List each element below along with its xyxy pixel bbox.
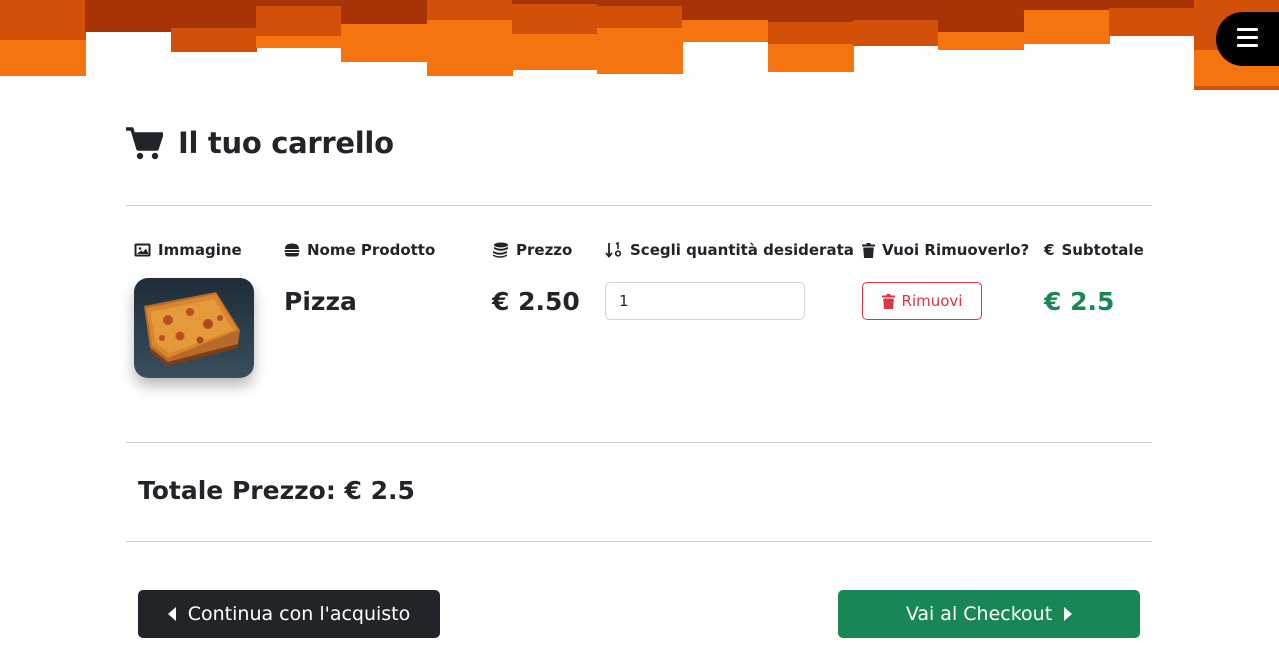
- header-band-block: [938, 32, 1025, 50]
- coins-icon: [493, 242, 508, 258]
- header-band-block: [511, 4, 598, 34]
- header-band-block: [0, 40, 86, 76]
- remove-button-label: Rimuovi: [901, 292, 963, 310]
- header-remove: Vuoi Rimuoverlo?: [862, 241, 1029, 259]
- header-subtotal-label: Subtotale: [1061, 241, 1144, 259]
- header-name: Nome Prodotto: [284, 241, 435, 259]
- header-band-block: [767, 22, 854, 44]
- header-band-block: [1108, 0, 1195, 8]
- cart-title: Il tuo carrello: [178, 126, 394, 160]
- header-price: Prezzo: [492, 241, 572, 259]
- header-band-block: [853, 20, 939, 46]
- hamburger-menu-icon-bar: [1237, 36, 1258, 39]
- product-price: € 2.50: [492, 287, 580, 316]
- header-subtotal: € Subtotale: [1044, 241, 1144, 259]
- continue-shopping-label: Continua con l'acquisto: [187, 603, 411, 625]
- euro-icon: €: [1044, 241, 1055, 259]
- header-band-block: [1108, 8, 1195, 36]
- total-price: Totale Prezzo: € 2.5: [138, 476, 415, 505]
- pizza-photo: [134, 278, 254, 378]
- header-band-block: [170, 0, 257, 28]
- divider: [126, 442, 1152, 443]
- header-band-block: [255, 6, 342, 36]
- header-band-block: [1023, 0, 1110, 10]
- header-band-block: [341, 0, 428, 24]
- product-image: [134, 278, 254, 378]
- quantity-input[interactable]: [605, 282, 805, 320]
- header-remove-label: Vuoi Rimuoverlo?: [882, 241, 1030, 259]
- header-quantity-label: Scegli quantità desiderata: [630, 241, 854, 259]
- header-band-block: [767, 44, 854, 72]
- checkout-label: Vai al Checkout: [905, 603, 1053, 625]
- header-band-block: [938, 0, 1025, 32]
- trash-icon: [881, 293, 895, 309]
- header-band-block: [597, 6, 684, 28]
- checkout-button[interactable]: Vai al Checkout: [838, 590, 1140, 638]
- header-band-block: [682, 20, 769, 42]
- header-image-label: Immagine: [158, 241, 242, 259]
- header-band-block: [597, 28, 684, 74]
- header-band-block: [426, 0, 513, 20]
- header-band-block: [170, 28, 257, 52]
- sort-numeric-down-icon: [605, 242, 622, 258]
- header-band-block: [767, 0, 854, 22]
- header-band-block: [0, 0, 86, 40]
- header-band-block: [341, 24, 428, 62]
- header-band-block: [1023, 10, 1110, 44]
- hamburger-menu-icon: [1237, 28, 1258, 31]
- caret-right-icon: [1064, 607, 1073, 621]
- trash-icon: [862, 242, 875, 258]
- continue-shopping-button[interactable]: Continua con l'acquisto: [138, 590, 440, 638]
- menu-toggle-button[interactable]: [1216, 12, 1279, 66]
- hamburger-menu-icon-bar: [1237, 44, 1258, 47]
- header-band-block: [426, 20, 513, 76]
- header-band-block: [255, 36, 342, 48]
- header-band-block: [85, 4, 172, 32]
- header-quantity: Scegli quantità desiderata: [605, 241, 854, 259]
- header-image: Immagine: [134, 241, 242, 259]
- page-title: Il tuo carrello: [126, 126, 394, 160]
- header-band-block: [853, 0, 939, 20]
- header-band-block: [682, 0, 769, 20]
- header-price-label: Prezzo: [516, 241, 573, 259]
- header-decoration: [0, 0, 1279, 90]
- burger-icon: [284, 243, 300, 257]
- divider: [126, 205, 1152, 206]
- header-band-block: [511, 34, 598, 70]
- image-icon: [134, 243, 151, 257]
- product-name: Pizza: [284, 287, 357, 316]
- header-name-label: Nome Prodotto: [307, 241, 436, 259]
- divider: [126, 541, 1152, 542]
- caret-left-icon: [167, 607, 176, 621]
- shopping-cart-icon: [126, 126, 163, 159]
- remove-button[interactable]: Rimuovi: [862, 282, 982, 320]
- item-subtotal: € 2.5: [1044, 287, 1115, 316]
